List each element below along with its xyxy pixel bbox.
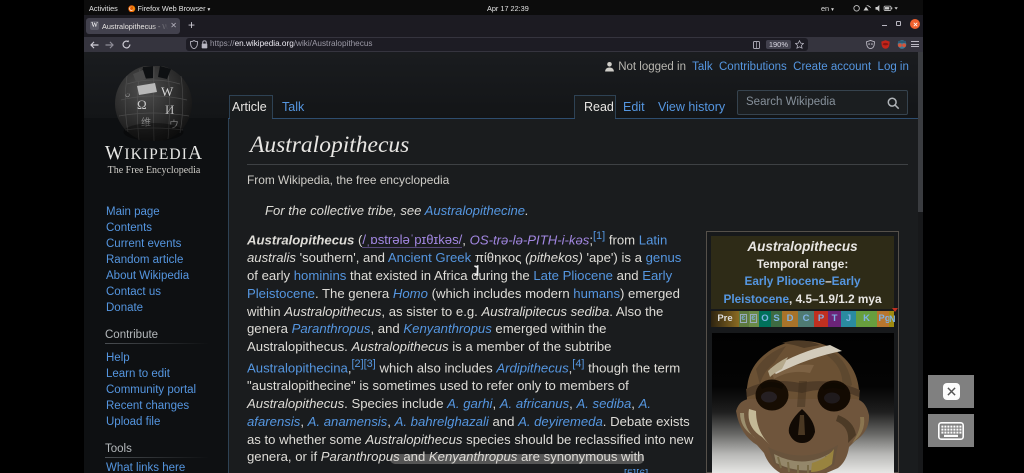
svg-text:ن: ن: [125, 90, 130, 98]
svg-text:И: И: [165, 102, 174, 117]
svg-text:Ω: Ω: [137, 97, 147, 112]
svg-text:W: W: [161, 84, 174, 99]
